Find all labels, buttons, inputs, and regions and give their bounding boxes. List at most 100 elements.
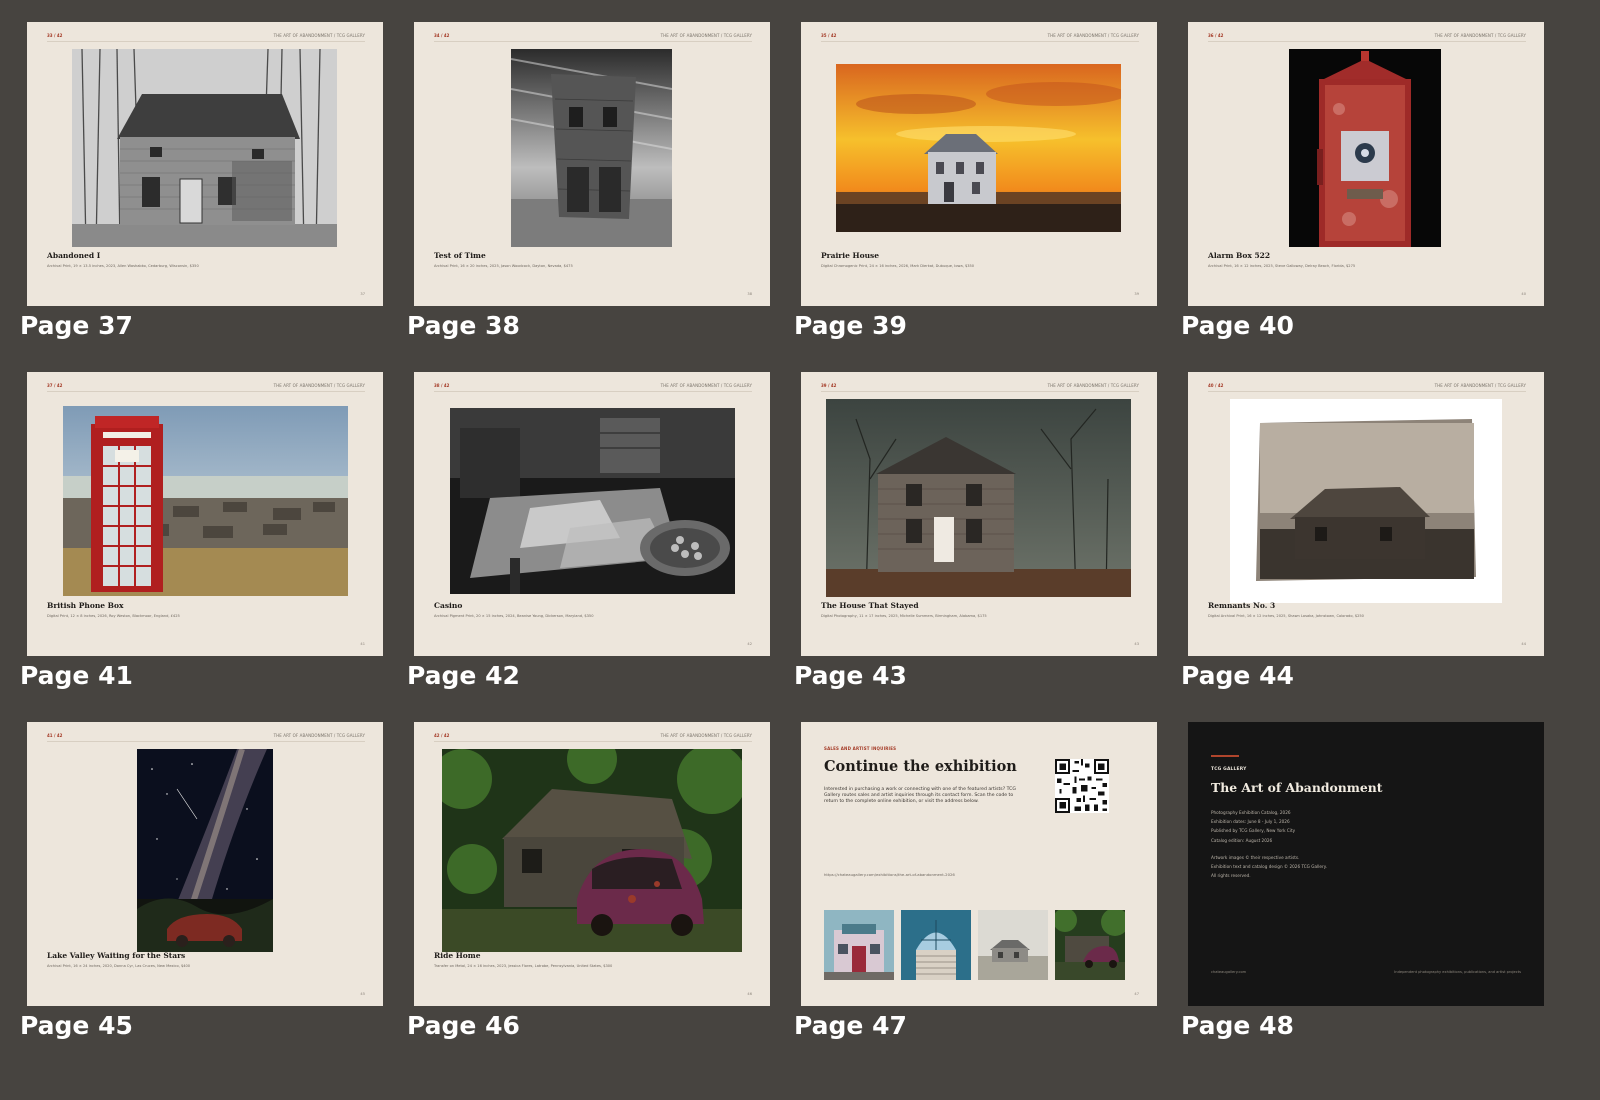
farmhouse-thumbnail[interactable] (978, 910, 1048, 980)
rights-line: Exhibition text and catalog design © 202… (1211, 864, 1327, 870)
running-header: 38 / 42 THE ART OF ABANDONMENT / TCG GAL… (434, 383, 752, 392)
page-cell[interactable]: 33 / 42 THE ART OF ABANDONMENT / TCG GAL… (20, 22, 400, 362)
page-cell[interactable]: 40 / 42 THE ART OF ABANDONMENT / TCG GAL… (1181, 372, 1561, 712)
page-label: Page 44 (1181, 661, 1294, 690)
artwork-details: Archival Print, 16 × 24 inches, 2020, Do… (47, 964, 191, 968)
artwork-image (442, 749, 742, 952)
page-cell[interactable]: 36 / 42 THE ART OF ABANDONMENT / TCG GAL… (1181, 22, 1561, 362)
page-counter: 37 / 42 (47, 383, 63, 388)
page-folio: 46 (747, 992, 752, 996)
running-header: 36 / 42 THE ART OF ABANDONMENT / TCG GAL… (1208, 33, 1526, 42)
catalog-page[interactable]: 42 / 42 THE ART OF ABANDONMENT / TCG GAL… (414, 722, 770, 1006)
catalog-page[interactable]: 33 / 42 THE ART OF ABANDONMENT / TCG GAL… (27, 22, 383, 306)
page-label: Page 45 (20, 1011, 133, 1040)
page-thumbnail-grid: 33 / 42 THE ART OF ABANDONMENT / TCG GAL… (0, 0, 1600, 1100)
page-counter: 34 / 42 (434, 33, 450, 38)
running-head: THE ART OF ABANDONMENT / TCG GALLERY (660, 33, 752, 38)
page-counter: 40 / 42 (1208, 383, 1224, 388)
exhibition-link[interactable]: https://chateaugallery.com/exhibitions/t… (824, 872, 955, 877)
catalog-page[interactable]: 34 / 42 THE ART OF ABANDONMENT / TCG GAL… (414, 22, 770, 306)
page-cell[interactable]: 39 / 42 THE ART OF ABANDONMENT / TCG GAL… (794, 372, 1174, 712)
page-label: Page 41 (20, 661, 133, 690)
catalog-page[interactable]: 36 / 42 THE ART OF ABANDONMENT / TCG GAL… (1188, 22, 1544, 306)
artwork-image (1289, 49, 1441, 247)
page-cell[interactable]: 38 / 42 THE ART OF ABANDONMENT / TCG GAL… (407, 372, 787, 712)
artwork-title: Test of Time (434, 251, 486, 260)
section-eyebrow: SALES AND ARTIST INQUIRIES (824, 746, 897, 751)
page-folio: 41 (360, 642, 365, 646)
artwork-title: Abandoned I (47, 251, 101, 260)
page-cell[interactable]: TCG GALLERY The Art of Abandonment Photo… (1181, 722, 1561, 1062)
catalog-page[interactable]: 35 / 42 THE ART OF ABANDONMENT / TCG GAL… (801, 22, 1157, 306)
artwork-image (450, 408, 735, 594)
running-head: THE ART OF ABANDONMENT / TCG GALLERY (273, 33, 365, 38)
artwork-details: Digital Photography, 11 × 17 inches, 202… (821, 614, 987, 618)
page-counter: 33 / 42 (47, 33, 63, 38)
catalog-info-line: Photography Exhibition Catalog, 2026 (1211, 810, 1291, 815)
artwork-details: Digital Print, 12 × 8 inches, 2026, Roy … (47, 614, 180, 618)
page-label: Page 39 (794, 311, 907, 340)
artwork-title: Prairie House (821, 251, 880, 260)
running-header: 42 / 42 THE ART OF ABANDONMENT / TCG GAL… (434, 733, 752, 742)
artwork-title: Casino (434, 601, 463, 610)
page-folio: 44 (1521, 642, 1526, 646)
catalog-title: The Art of Abandonment (1211, 780, 1383, 795)
page-folio: 37 (360, 292, 365, 296)
running-head: THE ART OF ABANDONMENT / TCG GALLERY (1047, 383, 1139, 388)
forest-car-thumbnail[interactable] (1055, 910, 1125, 980)
running-head: THE ART OF ABANDONMENT / TCG GALLERY (1434, 33, 1526, 38)
catalog-page[interactable]: 41 / 42 THE ART OF ABANDONMENT / TCG GAL… (27, 722, 383, 1006)
page-cell[interactable]: 34 / 42 THE ART OF ABANDONMENT / TCG GAL… (407, 22, 787, 362)
storefront-thumbnail[interactable] (824, 910, 894, 980)
artwork-details: Digital Archival Print, 16 × 12 inches, … (1208, 614, 1364, 618)
page-folio: 43 (1134, 642, 1139, 646)
page-cell[interactable]: 35 / 42 THE ART OF ABANDONMENT / TCG GAL… (794, 22, 1174, 362)
page-counter: 41 / 42 (47, 733, 63, 738)
artwork-details: Archival Print, 19 × 13.5 inches, 2023, … (47, 264, 199, 268)
artwork-title: British Phone Box (47, 601, 124, 610)
artwork-title: The House That Stayed (821, 601, 919, 610)
closing-page[interactable]: SALES AND ARTIST INQUIRIES Continue the … (801, 722, 1157, 1006)
rights-notice: Artwork images © their respective artist… (1211, 853, 1327, 881)
footer-website[interactable]: chateaugallery.com (1211, 970, 1246, 974)
page-counter: 35 / 42 (821, 33, 837, 38)
page-cell[interactable]: 42 / 42 THE ART OF ABANDONMENT / TCG GAL… (407, 722, 787, 1062)
page-label: Page 40 (1181, 311, 1294, 340)
artwork-title: Alarm Box 522 (1208, 251, 1271, 260)
rights-line: All rights reserved. (1211, 873, 1251, 879)
artwork-image (63, 406, 348, 596)
page-folio: 47 (1134, 992, 1139, 996)
footer-tagline: Independent photography exhibitions, pub… (1394, 970, 1521, 974)
page-folio: 39 (1134, 292, 1139, 296)
qr-code-icon[interactable] (1055, 759, 1109, 813)
closing-body: Interested in purchasing a work or conne… (824, 787, 1016, 805)
catalog-page[interactable]: 40 / 42 THE ART OF ABANDONMENT / TCG GAL… (1188, 372, 1544, 656)
artwork-image (511, 49, 672, 247)
closing-title: Continue the exhibition (824, 758, 1017, 775)
page-cell[interactable]: 41 / 42 THE ART OF ABANDONMENT / TCG GAL… (20, 722, 400, 1062)
running-header: 40 / 42 THE ART OF ABANDONMENT / TCG GAL… (1208, 383, 1526, 392)
running-head: THE ART OF ABANDONMENT / TCG GALLERY (273, 733, 365, 738)
page-cell[interactable]: SALES AND ARTIST INQUIRIES Continue the … (794, 722, 1174, 1062)
artwork-title: Ride Home (434, 951, 481, 960)
catalog-page[interactable]: 37 / 42 THE ART OF ABANDONMENT / TCG GAL… (27, 372, 383, 656)
rights-line: Artwork images © their respective artist… (1211, 855, 1300, 860)
artwork-image (137, 749, 273, 952)
page-cell[interactable]: 37 / 42 THE ART OF ABANDONMENT / TCG GAL… (20, 372, 400, 712)
catalog-page[interactable]: 38 / 42 THE ART OF ABANDONMENT / TCG GAL… (414, 372, 770, 656)
page-counter: 36 / 42 (1208, 33, 1224, 38)
artwork-details: Archival Pigment Print, 20 × 15 inches, … (434, 614, 594, 618)
catalog-info: Photography Exhibition Catalog, 2026 Exh… (1211, 808, 1295, 845)
colophon-page[interactable]: TCG GALLERY The Art of Abandonment Photo… (1188, 722, 1544, 1006)
page-counter: 42 / 42 (434, 733, 450, 738)
artwork-title: Remnants No. 3 (1208, 601, 1276, 610)
catalog-page[interactable]: 39 / 42 THE ART OF ABANDONMENT / TCG GAL… (801, 372, 1157, 656)
page-folio: 40 (1521, 292, 1526, 296)
staircase-thumbnail[interactable] (901, 910, 971, 980)
page-folio: 45 (360, 992, 365, 996)
page-folio: 38 (747, 292, 752, 296)
running-head: THE ART OF ABANDONMENT / TCG GALLERY (1047, 33, 1139, 38)
artwork-image (72, 49, 337, 247)
page-label: Page 48 (1181, 1011, 1294, 1040)
page-label: Page 46 (407, 1011, 520, 1040)
